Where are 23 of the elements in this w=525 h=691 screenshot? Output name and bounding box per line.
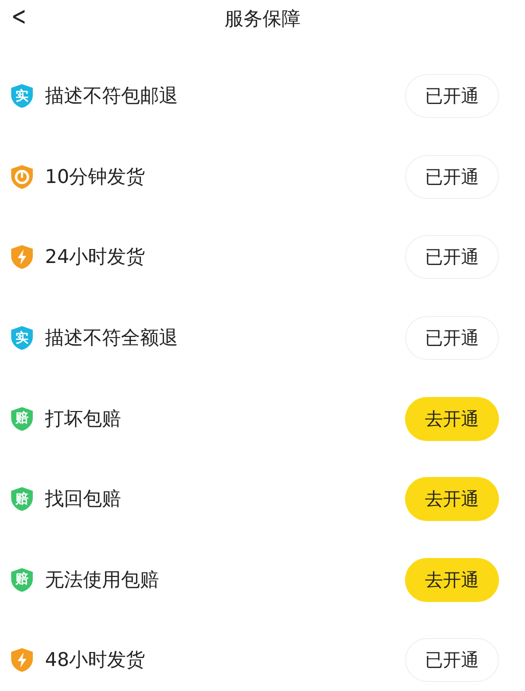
- shield-badge: 实: [9, 324, 35, 352]
- shield-badge: 实: [9, 82, 35, 110]
- activate-button[interactable]: 已开通: [405, 638, 499, 682]
- service-name: 24小时发货: [45, 245, 146, 270]
- back-button[interactable]: <: [8, 2, 30, 32]
- activate-button[interactable]: 已开通: [405, 74, 499, 118]
- shield-badge: 赔: [9, 404, 35, 433]
- service-name: 描述不符包邮退: [45, 84, 179, 110]
- shield-badge: 赔: [9, 485, 35, 514]
- activate-button[interactable]: 去开通: [405, 558, 499, 602]
- page-title: 服务保障: [224, 7, 300, 32]
- service-name: 无法使用包赔: [45, 568, 160, 593]
- shield-badge: 赔: [9, 566, 35, 594]
- service-name: 10分钟发货: [45, 164, 146, 190]
- activate-button[interactable]: 去开通: [405, 477, 499, 522]
- activate-button[interactable]: 去开通: [405, 396, 499, 441]
- activate-button[interactable]: 已开通: [405, 235, 499, 280]
- activate-button[interactable]: 已开通: [405, 316, 499, 360]
- activate-button[interactable]: 已开通: [405, 154, 499, 199]
- service-name: 描述不符全额退: [45, 326, 179, 352]
- service-name: 48小时发货: [45, 648, 146, 674]
- service-name: 打坏包赔: [45, 406, 122, 432]
- service-name: 找回包赔: [45, 487, 122, 512]
